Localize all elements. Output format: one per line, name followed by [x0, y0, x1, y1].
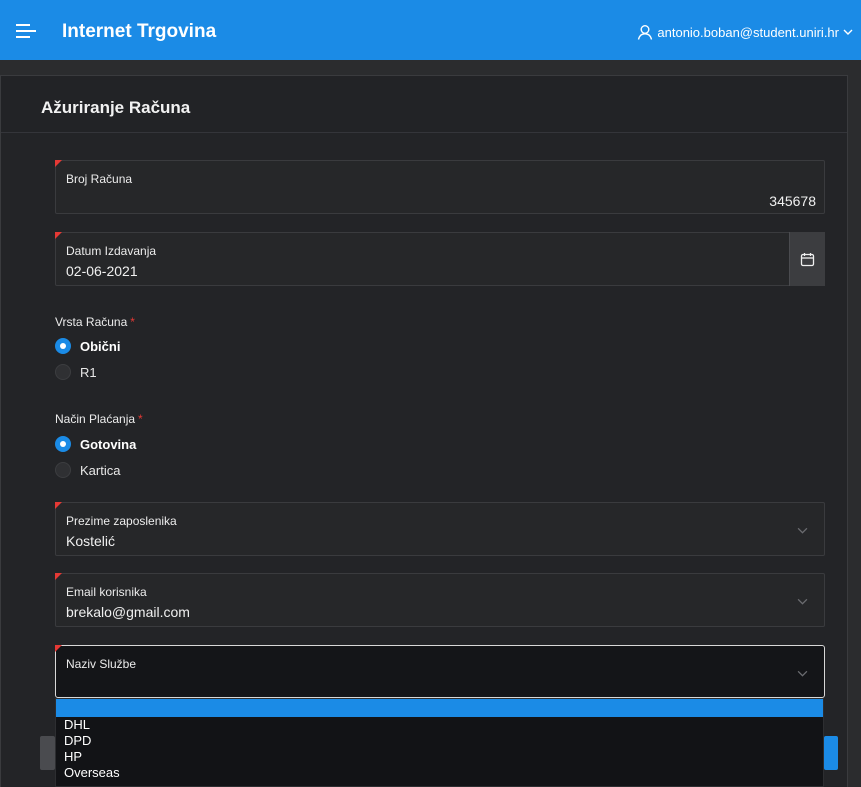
vrsta-racuna-label: Vrsta Računa * — [55, 315, 135, 329]
dropdown-option-dhl[interactable]: DHL — [56, 717, 823, 733]
radio-button-selected[interactable] — [55, 436, 71, 452]
naziv-sluzbe-select[interactable]: Naziv Službe — [55, 645, 825, 698]
datum-izdavanja-field[interactable]: Datum Izdavanja 02-06-2021 — [55, 232, 825, 286]
broj-racuna-value: 345678 — [769, 193, 816, 209]
radio-button[interactable] — [55, 364, 71, 380]
required-indicator — [55, 160, 62, 167]
chevron-down-icon — [797, 670, 808, 677]
nacin-placanja-label: Način Plaćanja * — [55, 412, 143, 426]
radio-obicni-label: Obični — [80, 338, 121, 354]
hamburger-menu-icon[interactable] — [16, 24, 36, 38]
broj-racuna-field[interactable]: Broj Računa 345678 — [55, 160, 825, 214]
email-korisnika-label: Email korisnika — [66, 585, 147, 599]
app-title[interactable]: Internet Trgovina — [62, 21, 216, 43]
required-indicator — [55, 573, 62, 580]
naziv-sluzbe-label: Naziv Službe — [66, 657, 137, 671]
radio-obicni[interactable]: Obični — [55, 338, 120, 354]
apply-changes-button[interactable] — [824, 736, 838, 770]
calendar-button[interactable] — [789, 232, 825, 286]
email-korisnika-value: brekalo@gmail.com — [66, 604, 190, 620]
dropdown-option-dpd[interactable]: DPD — [56, 733, 823, 749]
user-menu[interactable]: antonio.boban@student.uniri.hr — [637, 24, 853, 40]
cancel-button[interactable] — [40, 736, 55, 770]
page-title: Ažuriranje Računa — [41, 98, 191, 117]
radio-button[interactable] — [55, 462, 71, 478]
required-asterisk: * — [130, 315, 135, 329]
broj-racuna-label: Broj Računa — [66, 172, 133, 186]
datum-izdavanja-label: Datum Izdavanja — [66, 244, 157, 258]
chevron-down-icon — [843, 29, 853, 35]
radio-kartica-label: Kartica — [80, 462, 121, 478]
radio-button-selected[interactable] — [55, 338, 71, 354]
required-indicator — [55, 502, 62, 509]
radio-r1-label: R1 — [80, 364, 97, 380]
dropdown-option-overseas[interactable]: Overseas — [56, 765, 823, 781]
required-indicator — [55, 645, 62, 652]
required-indicator — [55, 232, 62, 239]
dropdown-option-hp[interactable]: HP — [56, 749, 823, 765]
calendar-icon — [800, 252, 815, 266]
radio-r1[interactable]: R1 — [55, 364, 97, 380]
chevron-down-icon — [797, 598, 808, 605]
user-email: antonio.boban@student.uniri.hr — [657, 24, 839, 40]
user-icon — [638, 25, 653, 40]
email-korisnika-select[interactable]: Email korisnika brekalo@gmail.com — [55, 573, 825, 627]
required-asterisk: * — [138, 412, 143, 426]
chevron-down-icon — [797, 527, 808, 534]
prezime-zaposlenika-select[interactable]: Prezime zaposlenika Kostelić — [55, 502, 825, 556]
naziv-sluzbe-dropdown-list: DHL DPD HP Overseas — [55, 698, 824, 787]
radio-kartica[interactable]: Kartica — [55, 462, 120, 478]
radio-gotovina[interactable]: Gotovina — [55, 436, 136, 452]
prezime-zaposlenika-value: Kostelić — [66, 533, 116, 549]
dropdown-option-empty[interactable] — [56, 699, 823, 717]
top-navigation-bar: Internet Trgovina antonio.boban@student.… — [0, 0, 861, 60]
datum-izdavanja-value: 02-06-2021 — [66, 263, 138, 279]
radio-gotovina-label: Gotovina — [80, 436, 137, 452]
region-header: Ažuriranje Računa — [1, 76, 847, 133]
prezime-zaposlenika-label: Prezime zaposlenika — [66, 514, 177, 528]
